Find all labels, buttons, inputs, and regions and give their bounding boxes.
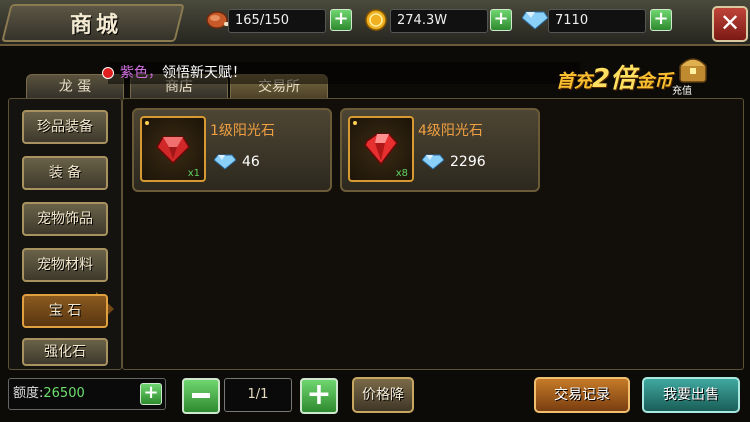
- page-title: 商城: [70, 13, 123, 38]
- promo-part2: 金币: [636, 71, 673, 92]
- close-button[interactable]: ✕: [712, 6, 748, 42]
- diamond-icon: [422, 154, 444, 170]
- trade-log-button[interactable]: 交易记录: [534, 377, 630, 413]
- minus-icon: [192, 393, 210, 398]
- item-price: 2296: [450, 154, 486, 170]
- item-name: 1级阳光石: [210, 123, 275, 139]
- quota-value: 26500: [43, 386, 85, 401]
- category-gems[interactable]: 宝 石: [22, 294, 108, 328]
- item-count: x1: [187, 168, 200, 179]
- price-sort-button[interactable]: 价格降: [352, 377, 414, 413]
- diamond-value: 7110: [548, 9, 646, 33]
- recharge-label: 充值: [672, 86, 692, 97]
- add-quota-button[interactable]: +: [140, 383, 162, 405]
- red-gem-icon: [364, 133, 398, 166]
- notice-bar: 紫色，领悟新天赋！: [108, 62, 580, 84]
- add-meat-button[interactable]: +: [330, 9, 352, 31]
- item-card[interactable]: x8 4级阳光石 2296: [340, 108, 540, 192]
- category-pet-materials[interactable]: 宠物材料: [22, 248, 108, 282]
- gold-coin-icon: [365, 9, 387, 31]
- prev-page-button[interactable]: [182, 378, 220, 414]
- page-indicator: 1/1: [224, 378, 292, 412]
- category-enhance-stones[interactable]: 强化石: [22, 338, 108, 366]
- notice-prefix: 紫色，: [120, 65, 162, 81]
- notice-dot: [102, 67, 114, 79]
- next-page-button[interactable]: +: [300, 378, 338, 414]
- quota-label: 额度:: [13, 386, 44, 401]
- item-card[interactable]: x1 1级阳光石 46: [132, 108, 332, 192]
- add-diamond-button[interactable]: +: [650, 9, 672, 31]
- category-pet-accessories[interactable]: 宠物饰品: [22, 202, 108, 236]
- item-slot: x8: [348, 116, 414, 182]
- treasure-chest-icon[interactable]: [676, 52, 710, 86]
- category-equipment[interactable]: 装 备: [22, 156, 108, 190]
- item-name: 4级阳光石: [418, 123, 483, 139]
- sell-button[interactable]: 我要出售: [642, 377, 740, 413]
- diamond-icon: [522, 11, 548, 30]
- red-gem-icon: [156, 136, 190, 165]
- promo-highlight: 2倍: [592, 64, 637, 94]
- slot-marker: [353, 121, 357, 125]
- diamond-icon: [214, 154, 236, 170]
- item-count: x8: [395, 168, 408, 179]
- item-slot: x1: [140, 116, 206, 182]
- slot-marker: [145, 121, 149, 125]
- meat-value: 165/150: [228, 9, 326, 33]
- first-recharge-promo[interactable]: 首充2倍金币: [556, 58, 672, 95]
- gold-value: 274.3W: [390, 9, 488, 33]
- add-gold-button[interactable]: +: [490, 9, 512, 31]
- promo-part1: 首充: [556, 71, 592, 92]
- notice-text: 领悟新天赋！: [162, 65, 246, 81]
- category-treasure-equipment[interactable]: 珍品装备: [22, 110, 108, 144]
- item-price: 46: [242, 154, 260, 170]
